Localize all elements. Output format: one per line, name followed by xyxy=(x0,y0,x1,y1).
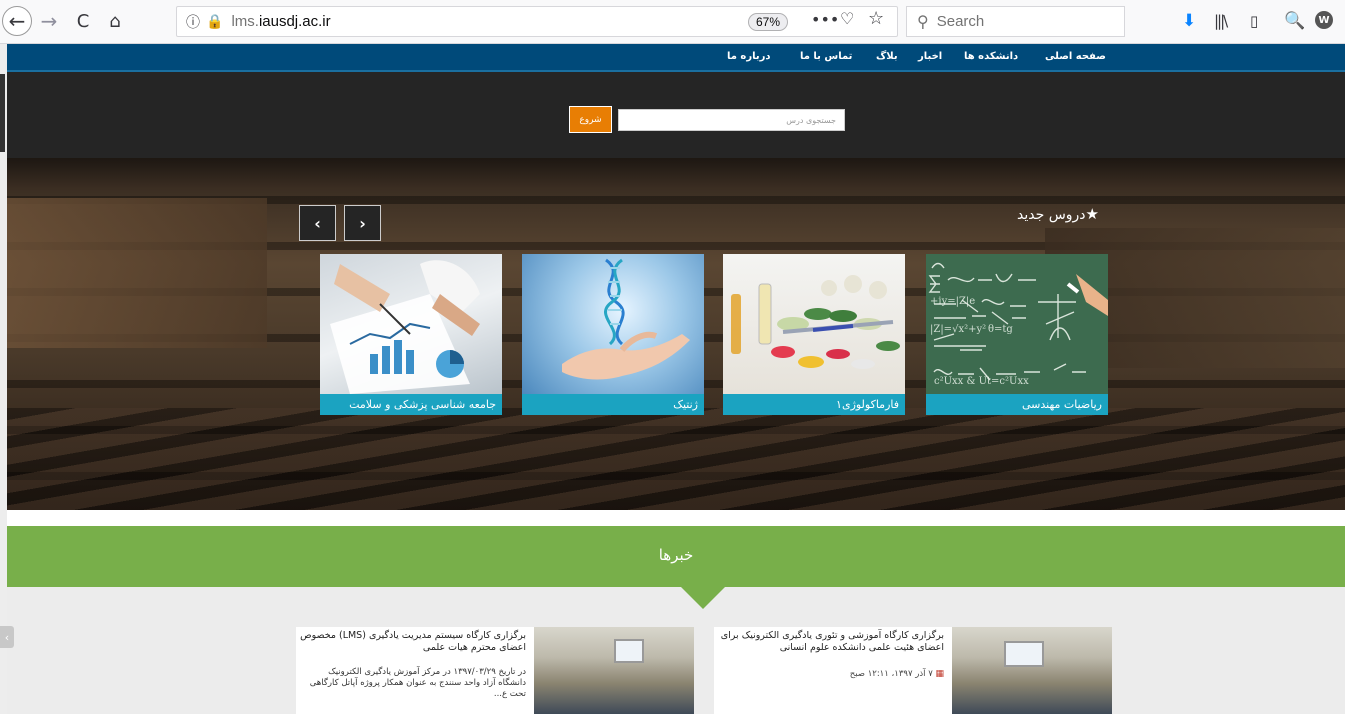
browser-toolbar: ← → C ⌂ ⓘ 🔒 lms.iausdj.ac.ir 67% ••• ♡ ☆… xyxy=(0,0,1345,44)
news-date: ▦ ۷ آذر ۱۳۹۷، ۱۲:۱۱ صبح xyxy=(850,669,944,679)
hero-ceiling xyxy=(7,158,1345,188)
search-icon: ⚲ xyxy=(917,12,929,31)
news-excerpt: در تاریخ ۱۳۹۷/۰۳/۲۹ در مرکز آموزش یادگیر… xyxy=(309,667,526,699)
extension-w-icon[interactable]: W xyxy=(1315,11,1333,29)
sidebar-icon[interactable]: ▯ xyxy=(1250,12,1258,30)
svg-text:|Z|=√x²+y²: |Z|=√x²+y² xyxy=(930,324,986,335)
course-search-bar: جستجوی درس شروع xyxy=(7,72,1345,158)
nav-blog[interactable]: بلاگ xyxy=(876,51,898,62)
course-card-genetics[interactable]: ژنتیک xyxy=(522,254,704,415)
course-card-medical-sociology[interactable]: جامعه شناسی پزشکی و سلامت xyxy=(320,254,502,415)
home-icon[interactable]: ⌂ xyxy=(102,8,128,34)
nav-about[interactable]: درباره ما xyxy=(727,51,771,62)
carousel-next-button[interactable]: › xyxy=(344,205,381,241)
new-courses-title: ★دروس جدید xyxy=(1017,205,1099,223)
nav-contact[interactable]: تماس با ما xyxy=(800,51,852,62)
star-icon: ★ xyxy=(1085,205,1099,223)
info-icon[interactable]: ⓘ xyxy=(186,12,200,32)
news-headline[interactable]: برگزاری کارگاه آموزشی و تئوری یادگیری ال… xyxy=(714,630,944,654)
news-photo-screen xyxy=(614,639,644,663)
news-photo[interactable] xyxy=(952,627,1112,714)
nav-home[interactable]: صفحه اصلی xyxy=(1045,51,1106,62)
calendar-icon: ▦ xyxy=(935,669,944,679)
course-label[interactable]: جامعه شناسی پزشکی و سلامت xyxy=(320,394,502,415)
site-navigation: صفحه اصلی دانشکده ها اخبار بلاگ تماس با … xyxy=(7,44,1345,72)
course-label[interactable]: فارماکولوژی۱ xyxy=(723,394,905,415)
download-icon[interactable]: ⬇ xyxy=(1182,11,1196,31)
carousel-prev-button[interactable]: ‹ xyxy=(299,205,336,241)
course-search-input[interactable]: جستجوی درس xyxy=(618,109,845,131)
browser-search-input[interactable]: ⚲ Search xyxy=(906,6,1125,37)
url-text[interactable]: lms.iausdj.ac.ir xyxy=(231,13,330,30)
zoom-level-button[interactable]: 67% xyxy=(748,13,788,31)
news-headline[interactable]: برگزاری کارگاه سیستم مدیریت یادگیری (LMS… xyxy=(296,630,526,654)
news-photo[interactable] xyxy=(534,627,694,714)
new-courses-title-text: دروس جدید xyxy=(1017,207,1086,223)
svg-text:+iy=|Z|e: +iy=|Z|e xyxy=(930,296,975,307)
address-bar[interactable]: ⓘ 🔒 lms.iausdj.ac.ir xyxy=(176,6,898,37)
new-courses-hero: ★دروس جدید ‹ › +iy=|Z|e |Z|=√x²+y² θ=tg … xyxy=(7,158,1345,510)
pills-illustration xyxy=(731,275,900,369)
news-title: خبرها xyxy=(658,546,694,564)
course-image-pharmacology[interactable] xyxy=(723,254,905,394)
course-label[interactable]: ریاضیات مهندسی xyxy=(926,394,1108,415)
news-photo-screen xyxy=(1004,641,1044,667)
side-toggle-icon[interactable]: ‹ xyxy=(0,626,14,648)
insecure-lock-icon[interactable]: 🔒 xyxy=(206,14,223,30)
bookmark-star-icon[interactable]: ☆ xyxy=(868,8,884,29)
course-card-pharmacology[interactable]: فارماکولوژی۱ xyxy=(723,254,905,415)
url-host-main: iausdj.ac.ir xyxy=(258,13,331,30)
math-chalkboard-illustration: +iy=|Z|e |Z|=√x²+y² θ=tg c²Uxx & Ut=c²Ux… xyxy=(928,262,1108,387)
news-header: خبرها xyxy=(7,526,1345,587)
course-card-engineering-math[interactable]: +iy=|Z|e |Z|=√x²+y² θ=tg c²Uxx & Ut=c²Ux… xyxy=(926,254,1108,415)
left-scroll-handle[interactable] xyxy=(0,74,5,152)
more-actions-icon[interactable]: ••• xyxy=(811,10,839,29)
news-date-text: ۷ آذر ۱۳۹۷، ۱۲:۱۱ صبح xyxy=(849,669,933,679)
dna-hand-illustration xyxy=(562,258,690,380)
pocket-icon[interactable]: ♡ xyxy=(840,9,854,28)
extension-search-icon[interactable]: 🔍 xyxy=(1284,11,1305,31)
course-image-math[interactable]: +iy=|Z|e |Z|=√x²+y² θ=tg c²Uxx & Ut=c²Ux… xyxy=(926,254,1108,394)
forward-icon[interactable]: → xyxy=(36,8,62,34)
nav-news[interactable]: اخبار xyxy=(918,51,942,62)
nav-faculties[interactable]: دانشکده ها xyxy=(964,51,1018,62)
svg-text:θ=tg: θ=tg xyxy=(988,324,1013,335)
hero-background-left xyxy=(7,198,267,348)
course-image-sociology[interactable] xyxy=(320,254,502,394)
news-header-pointer xyxy=(681,587,725,609)
search-placeholder: Search xyxy=(936,13,985,30)
start-search-button[interactable]: شروع xyxy=(569,106,612,133)
course-image-genetics[interactable] xyxy=(522,254,704,394)
library-icon[interactable]: |||\ xyxy=(1214,12,1228,30)
business-charts-illustration xyxy=(330,260,480,394)
url-host-prefix: lms. xyxy=(231,13,259,30)
svg-text:c²Uxx & Ut=c²Uxx: c²Uxx & Ut=c²Uxx xyxy=(934,376,1029,387)
hero-background-desks xyxy=(7,408,1345,510)
back-icon[interactable]: ← xyxy=(2,6,32,36)
news-item[interactable]: برگزاری کارگاه آموزشی و تئوری یادگیری ال… xyxy=(714,627,1112,714)
news-item[interactable]: برگزاری کارگاه سیستم مدیریت یادگیری (LMS… xyxy=(296,627,694,714)
course-label[interactable]: ژنتیک xyxy=(522,394,704,415)
reload-icon[interactable]: C xyxy=(70,8,96,34)
